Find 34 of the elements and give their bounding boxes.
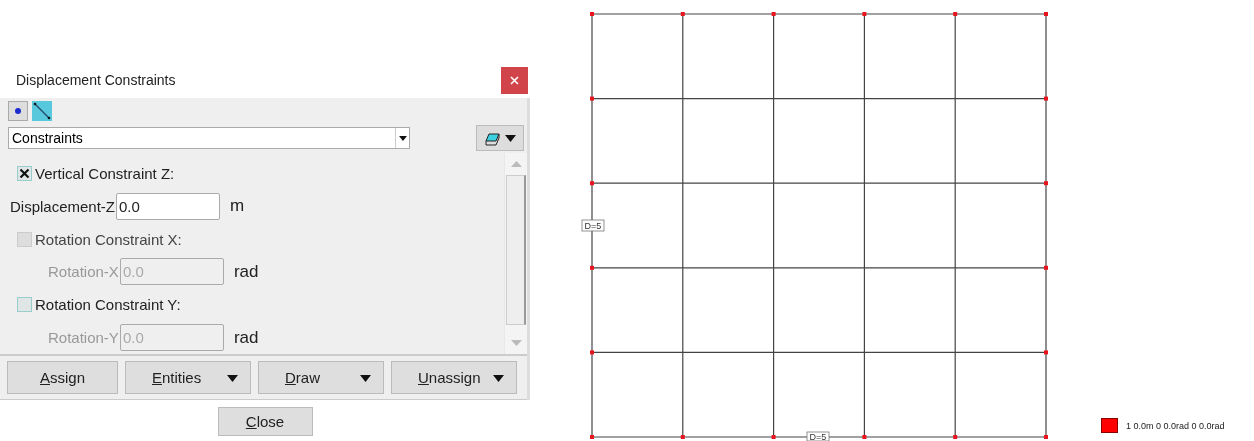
dialog-title: Displacement Constraints bbox=[16, 72, 176, 88]
legend-text: 1 0.0m 0 0.0rad 0 0.0rad bbox=[1126, 420, 1225, 431]
field-label: Displacement-Z bbox=[10, 197, 116, 215]
caret-icon bbox=[505, 134, 516, 142]
menu-button[interactable]: Unassign bbox=[391, 361, 517, 394]
caret-icon bbox=[398, 135, 407, 141]
menu-button[interactable]: Entities bbox=[125, 361, 251, 394]
caret-icon bbox=[493, 375, 504, 382]
layer-icon bbox=[484, 130, 502, 146]
field-label: Rotation-X bbox=[47, 263, 119, 281]
checkbox-label: Vertical Constraint Z: bbox=[35, 164, 175, 182]
point-icon bbox=[14, 107, 22, 115]
caret-icon bbox=[360, 375, 371, 382]
dimension-label: D=5 bbox=[806, 431, 830, 441]
unit-label: rad bbox=[233, 327, 259, 348]
close-icon[interactable] bbox=[501, 66, 528, 94]
field-label: Rotation-Y bbox=[47, 329, 119, 347]
checkbox[interactable] bbox=[17, 297, 32, 313]
unit-label: m bbox=[230, 196, 245, 217]
line-tool-button[interactable] bbox=[32, 101, 52, 121]
caret-icon bbox=[227, 375, 238, 382]
action-button[interactable]: Assign bbox=[7, 361, 118, 394]
checkbox[interactable] bbox=[17, 165, 32, 181]
checkbox-label: Rotation Constraint Y: bbox=[35, 296, 181, 314]
input-field[interactable]: 0.0 bbox=[116, 192, 221, 220]
unit-label: rad bbox=[233, 261, 259, 282]
close-button[interactable]: Close bbox=[217, 407, 313, 436]
set-dropdown[interactable]: Constraints bbox=[8, 127, 410, 149]
line-icon bbox=[33, 102, 51, 120]
point-tool-button[interactable] bbox=[8, 101, 28, 121]
layer-menu-button[interactable] bbox=[476, 125, 524, 151]
menu-button[interactable]: Draw bbox=[258, 361, 384, 394]
dimension-label: D=5 bbox=[581, 219, 605, 232]
checkbox-label: Rotation Constraint X: bbox=[35, 230, 182, 248]
